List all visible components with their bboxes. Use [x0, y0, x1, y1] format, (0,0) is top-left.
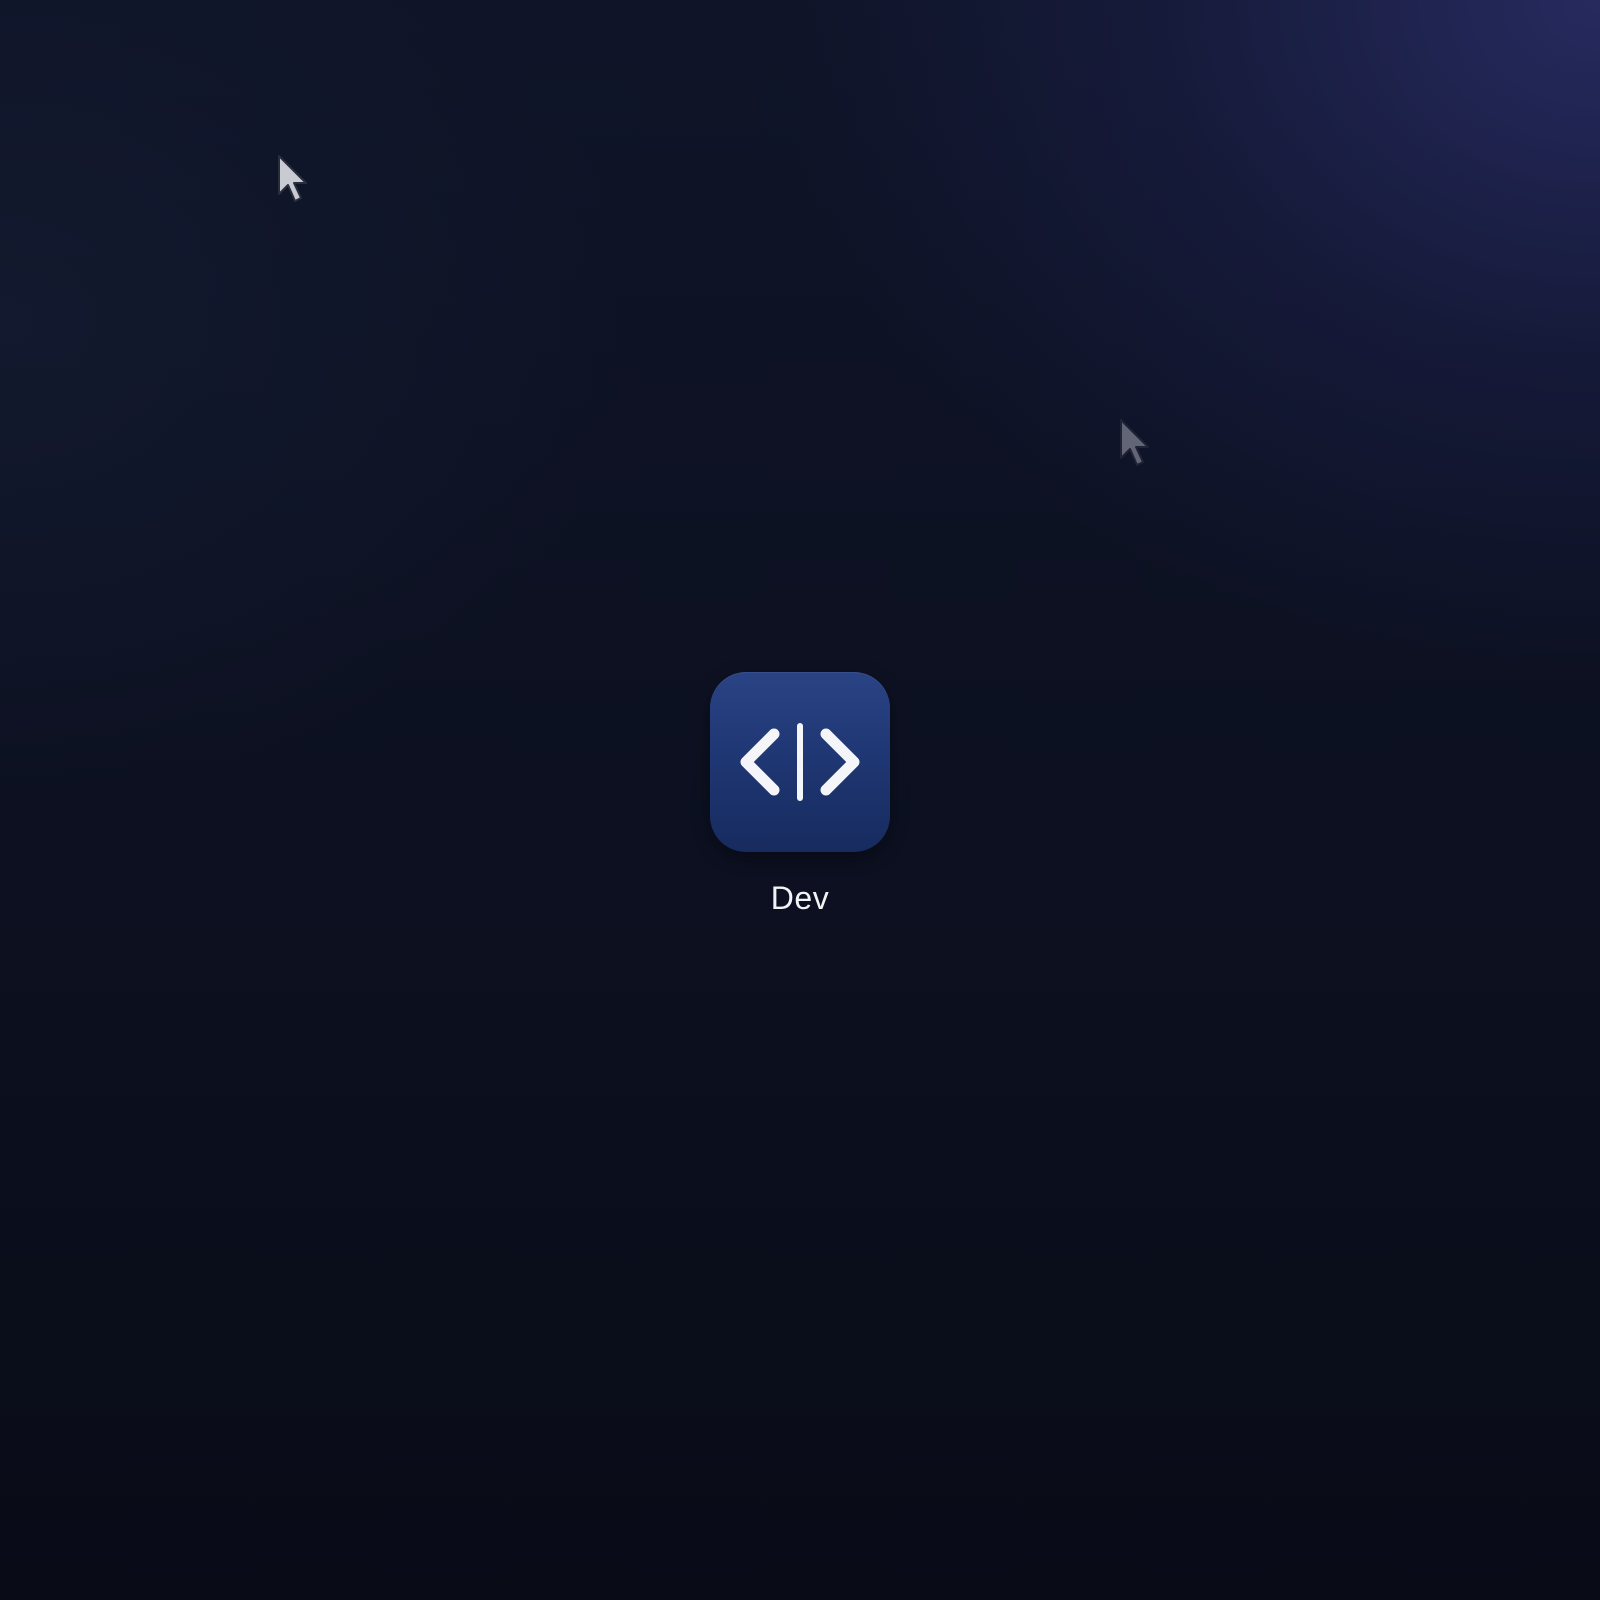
dev-app-icon[interactable] — [710, 672, 890, 852]
mouse-pointer-icon — [1118, 418, 1152, 470]
dev-app-label[interactable]: Dev — [771, 880, 829, 916]
mouse-pointer-icon — [276, 154, 310, 206]
code-brackets-icon — [740, 723, 860, 801]
dev-app-launcher[interactable]: Dev — [690, 672, 910, 916]
desktop-background: Dev — [0, 0, 1600, 1600]
